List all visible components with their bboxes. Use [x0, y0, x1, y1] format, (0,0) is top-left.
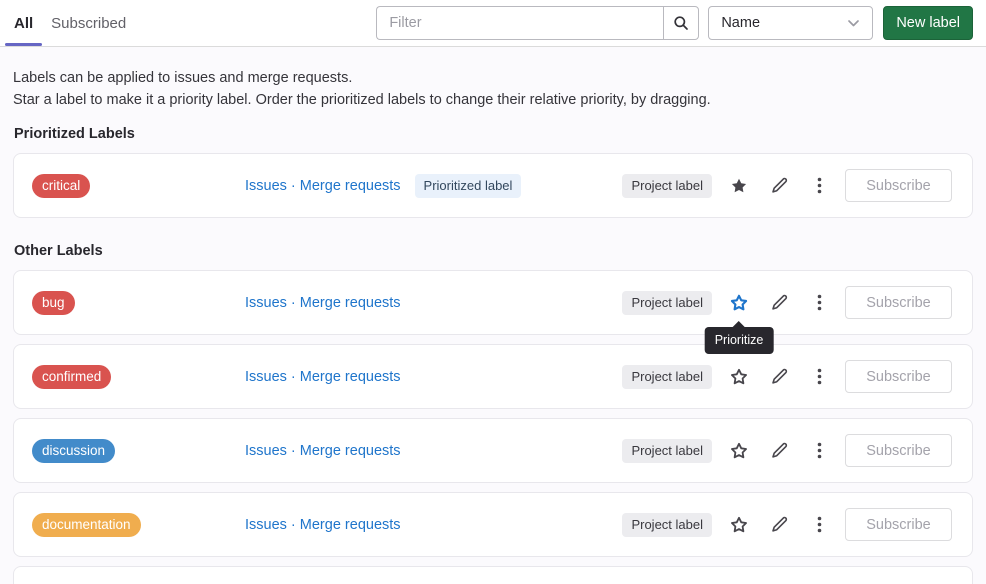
- project-label-badge: Project label: [622, 439, 712, 463]
- sort-dropdown-value: Name: [721, 15, 760, 31]
- more-actions-button[interactable]: [799, 287, 839, 319]
- new-label-button[interactable]: New label: [883, 6, 973, 40]
- project-label-badge: Project label: [622, 291, 712, 315]
- more-actions-button[interactable]: [799, 435, 839, 467]
- pencil-icon: [771, 177, 788, 194]
- label-row-documentation: documentation Issues · Merge requests Pr…: [13, 492, 973, 557]
- description-line-2: Star a label to make it a priority label…: [13, 89, 973, 111]
- vertical-ellipsis-icon: [817, 442, 822, 459]
- label-links[interactable]: Issues · Merge requests: [245, 295, 401, 311]
- search-button[interactable]: [663, 6, 699, 40]
- label-badge-critical[interactable]: critical: [32, 174, 90, 198]
- search-icon: [673, 15, 689, 31]
- label-row-bug: bug Issues · Merge requests Project labe…: [13, 270, 973, 335]
- label-col: bug: [32, 291, 245, 315]
- prioritize-star-button[interactable]: [719, 509, 759, 541]
- sort-dropdown[interactable]: Name: [708, 6, 873, 40]
- star-outline-icon: [730, 368, 748, 386]
- row-actions: Project label: [622, 360, 952, 393]
- label-links[interactable]: Issues · Merge requests: [245, 443, 401, 459]
- unprioritize-star-button[interactable]: [719, 170, 759, 202]
- star-outline-icon: [730, 516, 748, 534]
- labels-toolbar: All Subscribed Name New label: [0, 0, 986, 47]
- pencil-icon: [771, 368, 788, 385]
- row-actions: Project label: [622, 169, 952, 202]
- label-row-confirmed: confirmed Issues · Merge requests Projec…: [13, 344, 973, 409]
- edit-label-button[interactable]: [759, 435, 799, 467]
- pencil-icon: [771, 294, 788, 311]
- prioritize-star-button-hovered[interactable]: Prioritize: [719, 287, 759, 319]
- labels-page-body: Labels can be applied to issues and merg…: [0, 47, 986, 584]
- more-actions-button[interactable]: [799, 361, 839, 393]
- labels-tabs: All Subscribed: [5, 0, 135, 46]
- project-label-badge: Project label: [622, 513, 712, 537]
- prioritize-tooltip: Prioritize: [705, 327, 774, 354]
- filter-group: [376, 6, 699, 40]
- vertical-ellipsis-icon: [817, 516, 822, 533]
- vertical-ellipsis-icon: [817, 177, 822, 194]
- toolbar-controls: Name New label: [376, 6, 973, 40]
- label-col: discussion: [32, 439, 245, 463]
- star-filled-icon: [730, 177, 748, 195]
- more-actions-button[interactable]: [799, 509, 839, 541]
- subscribe-button[interactable]: Subscribe: [845, 434, 952, 467]
- pencil-icon: [771, 442, 788, 459]
- label-links[interactable]: Issues · Merge requests: [245, 369, 401, 385]
- other-labels-heading: Other Labels: [14, 243, 973, 259]
- label-row-discussion: discussion Issues · Merge requests Proje…: [13, 418, 973, 483]
- prioritize-star-button[interactable]: [719, 361, 759, 393]
- vertical-ellipsis-icon: [817, 294, 822, 311]
- row-actions: Project label Prioritize: [622, 286, 952, 319]
- label-badge-confirmed[interactable]: confirmed: [32, 365, 111, 389]
- tab-all[interactable]: All: [5, 0, 42, 46]
- label-badge-bug[interactable]: bug: [32, 291, 75, 315]
- prioritized-labels-heading: Prioritized Labels: [14, 126, 973, 142]
- label-col: documentation: [32, 513, 245, 537]
- label-col: confirmed: [32, 365, 245, 389]
- subscribe-button[interactable]: Subscribe: [845, 169, 952, 202]
- filter-input[interactable]: [376, 6, 663, 40]
- project-label-badge: Project label: [622, 174, 712, 198]
- row-actions: Project label: [622, 434, 952, 467]
- edit-label-button[interactable]: [759, 170, 799, 202]
- label-row-partial: [13, 566, 973, 584]
- description-line-1: Labels can be applied to issues and merg…: [13, 67, 973, 89]
- vertical-ellipsis-icon: [817, 368, 822, 385]
- row-actions: Project label: [622, 508, 952, 541]
- label-row-critical: critical Issues · Merge requests Priorit…: [13, 153, 973, 218]
- edit-label-button[interactable]: [759, 361, 799, 393]
- subscribe-button[interactable]: Subscribe: [845, 360, 952, 393]
- label-links[interactable]: Issues · Merge requests: [245, 178, 401, 194]
- edit-label-button[interactable]: [759, 287, 799, 319]
- subscribe-button[interactable]: Subscribe: [845, 508, 952, 541]
- chevron-down-icon: [847, 19, 860, 28]
- star-outline-icon: [730, 442, 748, 460]
- star-outline-blue-icon: [730, 294, 748, 312]
- edit-label-button[interactable]: [759, 509, 799, 541]
- label-col: critical: [32, 174, 245, 198]
- label-links[interactable]: Issues · Merge requests: [245, 517, 401, 533]
- labels-description: Labels can be applied to issues and merg…: [13, 67, 973, 111]
- label-badge-documentation[interactable]: documentation: [32, 513, 141, 537]
- tab-subscribed[interactable]: Subscribed: [42, 0, 135, 46]
- pencil-icon: [771, 516, 788, 533]
- label-badge-discussion[interactable]: discussion: [32, 439, 115, 463]
- subscribe-button[interactable]: Subscribe: [845, 286, 952, 319]
- prioritized-label-badge: Prioritized label: [415, 174, 522, 198]
- project-label-badge: Project label: [622, 365, 712, 389]
- prioritize-star-button[interactable]: [719, 435, 759, 467]
- more-actions-button[interactable]: [799, 170, 839, 202]
